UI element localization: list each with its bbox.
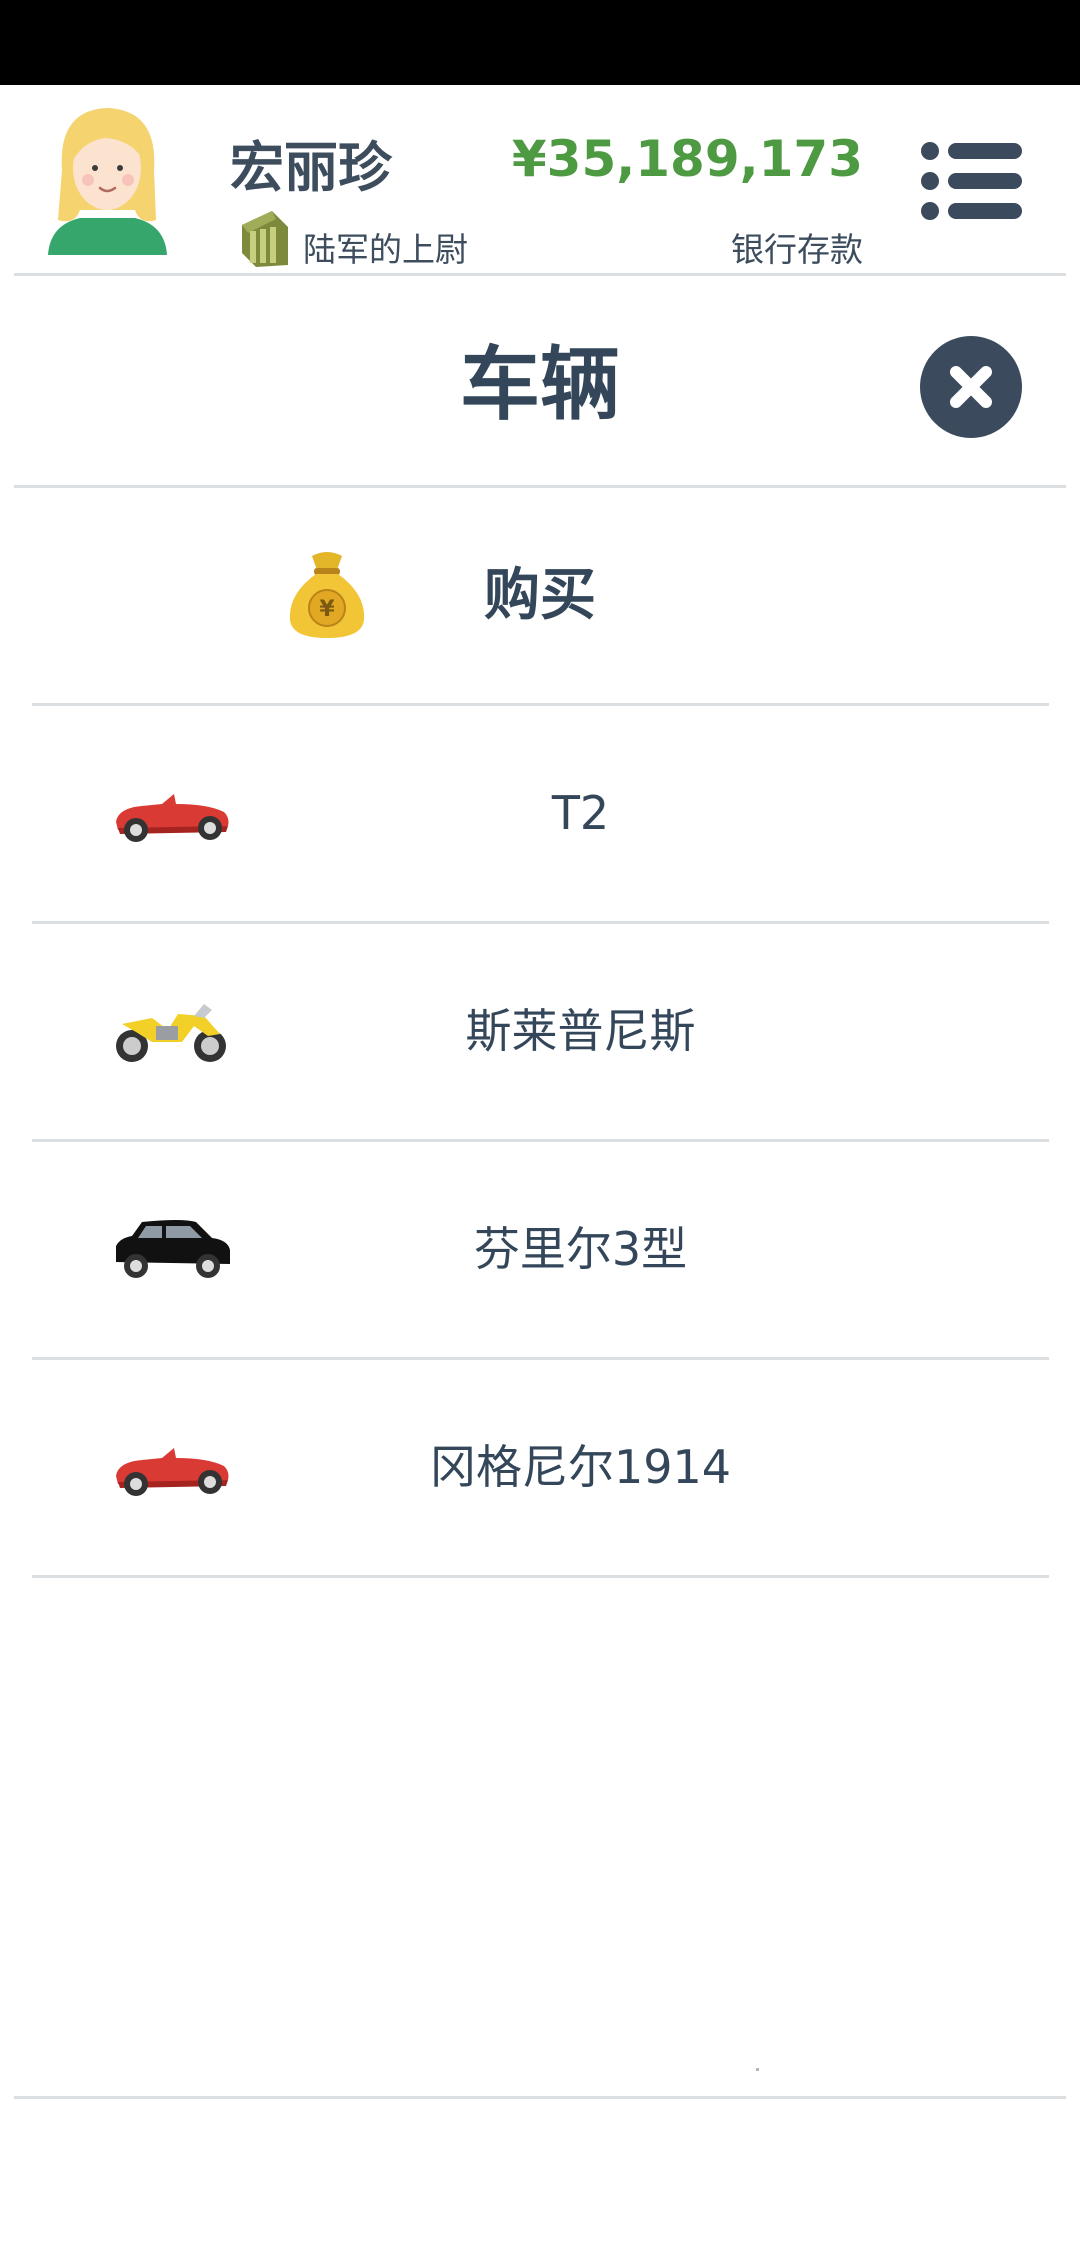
player-header: 宏丽珍 陆军的上尉 ¥35,189,173 银行存款 [0, 85, 1080, 275]
vehicle-name: T2 [551, 786, 610, 840]
buy-label: 购买 [484, 563, 596, 628]
vehicle-name: 冈格尼尔1914 [429, 1440, 732, 1494]
close-button[interactable] [920, 336, 1022, 438]
bank-balance: ¥35,189,173 [511, 130, 863, 188]
rank-badge-icon [242, 211, 288, 267]
vehicle-row[interactable]: 芬里尔3型 [32, 1142, 1049, 1360]
status-bar [0, 0, 1080, 85]
vehicle-name: 斯莱普尼斯 [465, 1004, 696, 1058]
header-divider [14, 273, 1066, 276]
buy-vehicle-button[interactable]: ¥ 购买 [32, 488, 1049, 706]
vehicle-list: ¥ 购买 T2 斯莱普尼斯 芬里尔3型 冈格尼尔1914 [32, 488, 1049, 1578]
vehicle-row[interactable]: T2 [32, 706, 1049, 924]
rank-label: 陆军的上尉 [303, 230, 468, 269]
player-name: 宏丽珍 [230, 136, 392, 199]
close-icon [950, 366, 992, 408]
stray-dot [756, 2068, 759, 2071]
footer-divider [14, 2096, 1066, 2099]
vehicle-row[interactable]: 冈格尼尔1914 [32, 1360, 1049, 1578]
vehicle-name: 芬里尔3型 [473, 1222, 688, 1276]
menu-list-icon[interactable] [920, 141, 1024, 221]
bank-balance-label: 银行存款 [731, 230, 863, 269]
page-title: 车辆 [460, 338, 620, 431]
vehicle-row[interactable]: 斯莱普尼斯 [32, 924, 1049, 1142]
avatar[interactable] [40, 100, 175, 260]
